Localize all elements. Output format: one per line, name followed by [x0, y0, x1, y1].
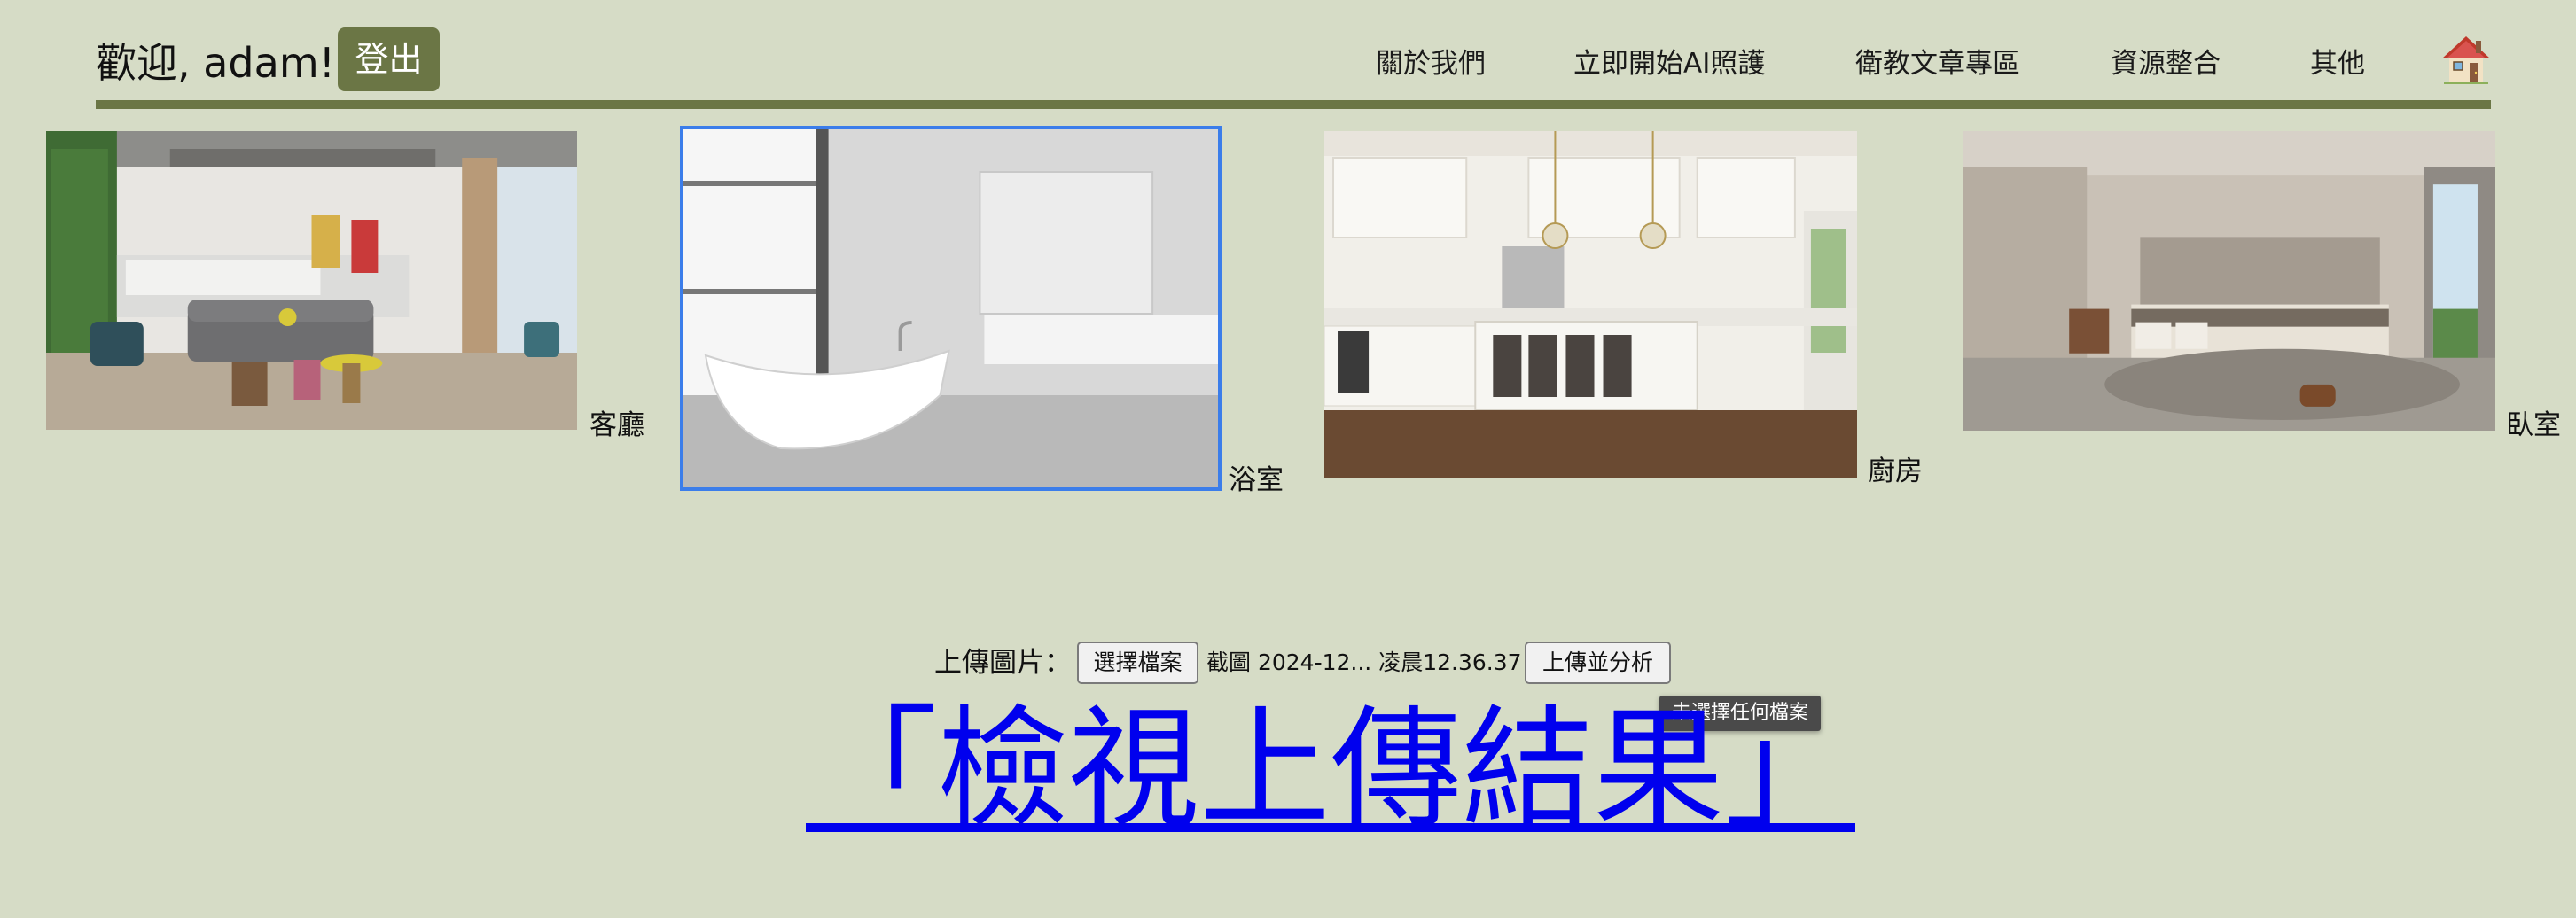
living-room-image[interactable]	[46, 131, 577, 430]
room-label-bathroom[interactable]: 浴室	[1229, 463, 1284, 498]
kitchen-image[interactable]	[1324, 131, 1857, 478]
upload-label: 上傳圖片：	[934, 647, 1072, 679]
room-label-living[interactable]: 客廳	[589, 408, 644, 443]
page: 歡迎, adam! 登出 關於我們 立即開始AI照護 衛教文章專區 資源整合 其…	[0, 0, 2576, 918]
view-results-link[interactable]: 「檢視上傳結果」	[806, 689, 1855, 849]
welcome-greeting: 歡迎, adam!	[96, 39, 336, 87]
nav-other[interactable]: 其他	[2310, 43, 2365, 85]
room-label-kitchen[interactable]: 廚房	[1868, 454, 1923, 489]
nav-about-us[interactable]: 關於我們	[1376, 43, 1486, 85]
nav-health-articles[interactable]: 衛教文章專區	[1855, 43, 2020, 85]
choose-file-button[interactable]: 選擇檔案	[1077, 642, 1198, 684]
bedroom-image[interactable]	[1963, 131, 2495, 431]
nav-start-ai-care[interactable]: 立即開始AI照護	[1573, 43, 1765, 85]
upload-analyze-button[interactable]: 上傳並分析	[1525, 642, 1671, 684]
logout-button[interactable]: 登出	[338, 27, 440, 91]
nav-resources[interactable]: 資源整合	[2111, 43, 2221, 85]
header-divider	[96, 100, 2491, 109]
selected-file-name: 截圖 2024-12... 凌晨12.36.37	[1206, 650, 1522, 675]
room-label-bedroom[interactable]: 臥室	[2506, 408, 2561, 443]
house-icon[interactable]	[2440, 34, 2492, 85]
bathroom-image[interactable]	[680, 126, 1222, 491]
